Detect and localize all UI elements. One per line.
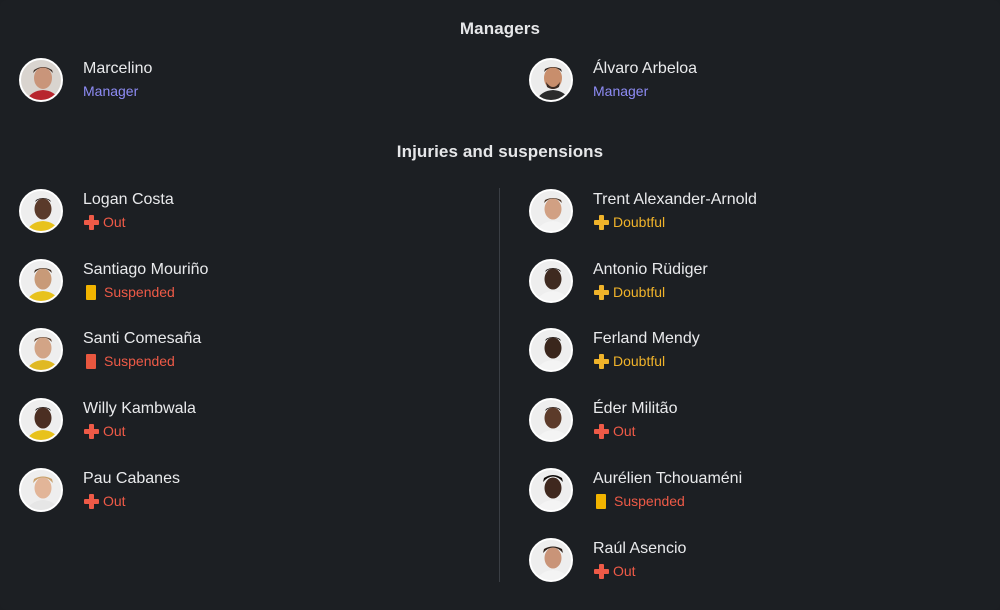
player-avatar (19, 328, 63, 372)
player-name: Willy Kambwala (83, 400, 196, 417)
manager-avatar (529, 58, 573, 102)
injured-player[interactable]: Aurélien Tchouaméni Suspended (529, 466, 742, 514)
manager-avatar (19, 58, 63, 102)
cross-icon (593, 353, 609, 369)
injured-player[interactable]: Santiago Mouriño Suspended (19, 257, 208, 305)
status-label: Suspended (104, 284, 175, 300)
cross-icon (593, 284, 609, 300)
player-avatar (529, 328, 573, 372)
player-name: Santi Comesaña (83, 330, 202, 347)
player-avatar (529, 538, 573, 582)
manager-away[interactable]: Álvaro Arbeloa Manager (529, 56, 697, 104)
column-divider (499, 188, 500, 582)
player-avatar (19, 189, 63, 233)
status-label: Suspended (614, 493, 685, 509)
player-status: Doubtful (593, 351, 700, 371)
player-avatar (529, 468, 573, 512)
injured-player[interactable]: Trent Alexander-Arnold Doubtful (529, 187, 757, 235)
player-name: Éder Militão (593, 400, 678, 417)
injured-player[interactable]: Ferland Mendy Doubtful (529, 326, 700, 374)
player-status: Doubtful (593, 212, 757, 232)
status-label: Out (103, 214, 126, 230)
player-status: Suspended (593, 491, 742, 511)
status-label: Doubtful (613, 214, 666, 230)
player-status: Out (83, 421, 196, 441)
status-label: Doubtful (613, 353, 666, 369)
injured-player[interactable]: Pau Cabanes Out (19, 466, 180, 514)
player-status: Suspended (83, 282, 208, 302)
injured-player[interactable]: Santi Comesaña Suspended (19, 326, 201, 374)
player-avatar (529, 398, 573, 442)
manager-role: Manager (83, 83, 139, 99)
injured-player[interactable]: Willy Kambwala Out (19, 396, 196, 444)
player-name: Ferland Mendy (593, 330, 700, 347)
player-status: Out (593, 421, 677, 441)
player-name: Pau Cabanes (83, 470, 180, 487)
cross-icon (83, 423, 99, 439)
manager-home[interactable]: Marcelino Manager (19, 56, 152, 104)
injured-player[interactable]: Éder Militão Out (529, 396, 677, 444)
yellow-card-icon (596, 493, 606, 509)
lineup-panel: Managers Marcelino Manager Álvaro Arbelo… (0, 0, 1000, 610)
player-avatar (529, 259, 573, 303)
injured-player[interactable]: Raúl Asencio Out (529, 536, 686, 584)
cross-icon (83, 493, 99, 509)
status-label: Out (103, 423, 126, 439)
player-avatar (19, 468, 63, 512)
player-status: Out (593, 561, 686, 581)
yellow-card-icon (86, 284, 96, 300)
player-status: Suspended (83, 351, 201, 371)
player-name: Raúl Asencio (593, 540, 687, 557)
status-label: Out (613, 563, 636, 579)
player-avatar (529, 189, 573, 233)
player-name: Aurélien Tchouaméni (593, 470, 743, 487)
cross-icon (83, 214, 99, 230)
manager-name: Álvaro Arbeloa (593, 60, 698, 77)
injured-player[interactable]: Antonio Rüdiger Doubtful (529, 257, 708, 305)
cross-icon (593, 563, 609, 579)
status-label: Out (613, 423, 636, 439)
cross-icon (593, 214, 609, 230)
cross-icon (593, 423, 609, 439)
player-avatar (19, 259, 63, 303)
status-label: Out (103, 493, 126, 509)
player-name: Logan Costa (83, 191, 174, 208)
manager-role: Manager (593, 83, 649, 99)
red-card-icon (86, 353, 96, 369)
injuries-heading: Injuries and suspensions (396, 142, 604, 161)
injured-player[interactable]: Logan Costa Out (19, 187, 174, 235)
manager-name: Marcelino (83, 60, 153, 77)
player-name: Santiago Mouriño (83, 261, 209, 278)
player-avatar (19, 398, 63, 442)
status-label: Suspended (104, 353, 175, 369)
player-status: Doubtful (593, 282, 708, 302)
player-status: Out (83, 491, 180, 511)
status-label: Doubtful (613, 284, 666, 300)
player-name: Antonio Rüdiger (593, 261, 708, 278)
player-status: Out (83, 212, 174, 232)
managers-heading: Managers (459, 19, 541, 38)
player-name: Trent Alexander-Arnold (593, 191, 757, 208)
